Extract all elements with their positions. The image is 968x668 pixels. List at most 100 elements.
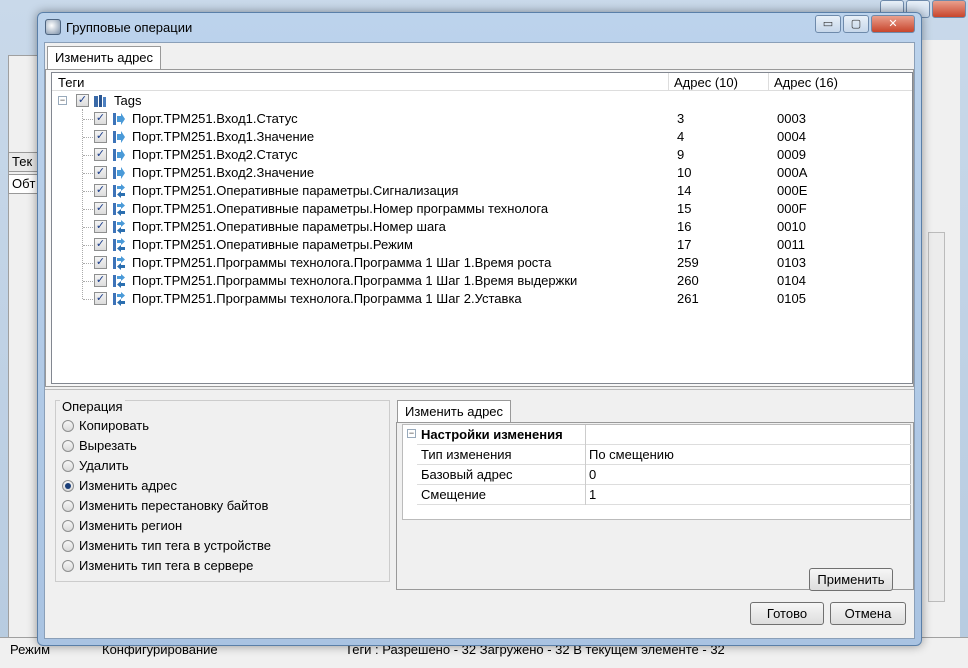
property-value[interactable]: По смещению	[589, 447, 674, 462]
operation-option[interactable]: Изменить перестановку байтов	[62, 497, 342, 515]
row-checkbox[interactable]: ✓	[94, 112, 107, 125]
tag-name: Порт.ТРМ251.Программы технолога.Программ…	[132, 255, 552, 270]
close-button[interactable]: ✕	[871, 15, 915, 33]
operation-option[interactable]: Вырезать	[62, 437, 342, 455]
maximize-button[interactable]: ▢	[843, 15, 869, 33]
radio-button[interactable]	[62, 460, 74, 472]
radio-button[interactable]	[62, 560, 74, 572]
app-icon	[45, 19, 61, 35]
table-row[interactable]: ✓ Порт.ТРМ251.Оперативные параметры.Сигна…	[52, 182, 912, 200]
radio-button[interactable]	[62, 500, 74, 512]
row-checkbox[interactable]: ✓	[94, 130, 107, 143]
table-row[interactable]: ✓ Порт.ТРМ251.Оперативные параметры.Номер…	[52, 218, 912, 236]
tag-addr16: 0004	[777, 129, 806, 144]
row-checkbox[interactable]: ✓	[94, 292, 107, 305]
dialog-client-area: Изменить адрес Теги Адрес (10) Адрес (16…	[44, 42, 915, 639]
table-row[interactable]: ✓ Порт.ТРМ251.Программы технолога.Програм…	[52, 254, 912, 272]
settings-property-grid[interactable]: − Настройки изменения Тип изменения По см…	[402, 424, 911, 520]
tag-addr10: 261	[677, 291, 699, 306]
property-value[interactable]: 1	[589, 487, 596, 502]
operation-option[interactable]: Изменить адрес	[62, 477, 342, 495]
tags-grid[interactable]: Теги Адрес (10) Адрес (16) − ✓ Tags ✓ По…	[51, 72, 913, 384]
property-row[interactable]: Базовый адрес 0	[417, 465, 911, 485]
row-checkbox[interactable]: ✓	[94, 202, 107, 215]
radio-label: Изменить перестановку байтов	[79, 498, 269, 513]
apply-button[interactable]: Применить	[809, 568, 893, 591]
cancel-button[interactable]: Отмена	[830, 602, 906, 625]
tag-addr10: 4	[677, 129, 685, 144]
tag-addr16: 0010	[777, 219, 806, 234]
radio-button[interactable]	[62, 420, 74, 432]
tag-name: Порт.ТРМ251.Оперативные параметры.Номер …	[132, 219, 446, 234]
lower-panel: Операция Копировать Вырезать Удалить Измени…	[45, 389, 914, 639]
arrow-right-icon	[113, 113, 125, 125]
arrow-right-icon	[113, 131, 125, 143]
arrow-bidirectional-icon	[113, 238, 125, 252]
tab-change-address[interactable]: Изменить адрес	[47, 46, 162, 70]
tag-addr16: 000F	[777, 201, 807, 216]
property-row[interactable]: Смещение 1	[417, 485, 911, 505]
tag-addr10: 14	[677, 183, 692, 198]
tag-addr10: 259	[677, 255, 699, 270]
main-left-tab-label[interactable]: Обт	[8, 174, 38, 194]
operation-option[interactable]: Копировать	[62, 417, 342, 435]
tag-name: Порт.ТРМ251.Вход2.Значение	[132, 165, 315, 180]
operation-groupbox: Операция Копировать Вырезать Удалить Измени…	[55, 399, 390, 582]
header-tags[interactable]: Теги	[58, 75, 84, 90]
radio-button[interactable]	[62, 540, 74, 552]
tag-addr10: 17	[677, 237, 692, 252]
property-key: Тип изменения	[421, 447, 512, 462]
radio-button[interactable]	[62, 520, 74, 532]
main-close-button[interactable]	[932, 0, 966, 18]
property-value[interactable]: 0	[589, 467, 596, 482]
minimize-button[interactable]: ▭	[815, 15, 841, 33]
table-row[interactable]: ✓ Порт.ТРМ251.Оперативные параметры.Номер…	[52, 200, 912, 218]
main-left-strip-label: Тек	[8, 152, 38, 172]
row-checkbox[interactable]: ✓	[94, 256, 107, 269]
root-checkbox[interactable]: ✓	[76, 94, 89, 107]
tag-addr16: 0003	[777, 111, 806, 126]
main-scrollbar[interactable]	[928, 232, 945, 602]
row-checkbox[interactable]: ✓	[94, 220, 107, 233]
table-row[interactable]: ✓ Порт.ТРМ251.Программы технолога.Програм…	[52, 290, 912, 308]
property-row[interactable]: Тип изменения По смещению	[417, 445, 911, 465]
tab-change-address-settings[interactable]: Изменить адрес	[397, 400, 512, 423]
table-row[interactable]: ✓ Порт.ТРМ251.Вход1.Статус 3 0003	[52, 110, 912, 128]
tag-addr16: 000E	[777, 183, 808, 198]
settings-section-title: Настройки изменения	[421, 427, 563, 442]
arrow-bidirectional-icon	[113, 274, 125, 288]
row-checkbox[interactable]: ✓	[94, 274, 107, 287]
dialog-titlebar: Групповые операции ▭ ▢ ✕	[38, 13, 921, 41]
operation-option[interactable]: Удалить	[62, 457, 342, 475]
table-row[interactable]: ✓ Порт.ТРМ251.Вход2.Значение 10 000A	[52, 164, 912, 182]
operation-option[interactable]: Изменить тип тега в устройстве	[62, 537, 342, 555]
radio-label: Изменить адрес	[79, 478, 178, 493]
settings-expander[interactable]: −	[407, 429, 416, 438]
table-row[interactable]: ✓ Порт.ТРМ251.Вход2.Статус 9 0009	[52, 146, 912, 164]
radio-button[interactable]	[62, 440, 74, 452]
arrow-right-icon	[113, 149, 125, 161]
row-checkbox[interactable]: ✓	[94, 166, 107, 179]
row-checkbox[interactable]: ✓	[94, 148, 107, 161]
table-row[interactable]: ✓ Порт.ТРМ251.Оперативные параметры.Режим…	[52, 236, 912, 254]
header-addr16[interactable]: Адрес (16)	[774, 75, 838, 90]
header-addr10[interactable]: Адрес (10)	[674, 75, 738, 90]
row-checkbox[interactable]: ✓	[94, 184, 107, 197]
grid-header: Теги Адрес (10) Адрес (16)	[52, 73, 912, 91]
table-row[interactable]: ✓ Порт.ТРМ251.Программы технолога.Програм…	[52, 272, 912, 290]
operation-option[interactable]: Изменить регион	[62, 517, 342, 535]
radio-button[interactable]	[62, 480, 74, 492]
root-expander[interactable]: −	[58, 96, 67, 105]
tag-addr16: 000A	[777, 165, 808, 180]
tag-addr16: 0011	[777, 237, 805, 252]
row-checkbox[interactable]: ✓	[94, 238, 107, 251]
tag-name: Порт.ТРМ251.Программы технолога.Программ…	[132, 291, 522, 306]
done-button[interactable]: Готово	[750, 602, 824, 625]
property-key: Базовый адрес	[421, 467, 513, 482]
table-row[interactable]: ✓ Порт.ТРМ251.Вход1.Значение 4 0004	[52, 128, 912, 146]
operation-option[interactable]: Изменить тип тега в сервере	[62, 557, 342, 575]
radio-label: Изменить регион	[79, 518, 183, 533]
tree-root-row[interactable]: − ✓ Tags	[52, 92, 912, 110]
tags-folder-icon	[94, 95, 106, 107]
tag-name: Порт.ТРМ251.Вход2.Статус	[132, 147, 298, 162]
